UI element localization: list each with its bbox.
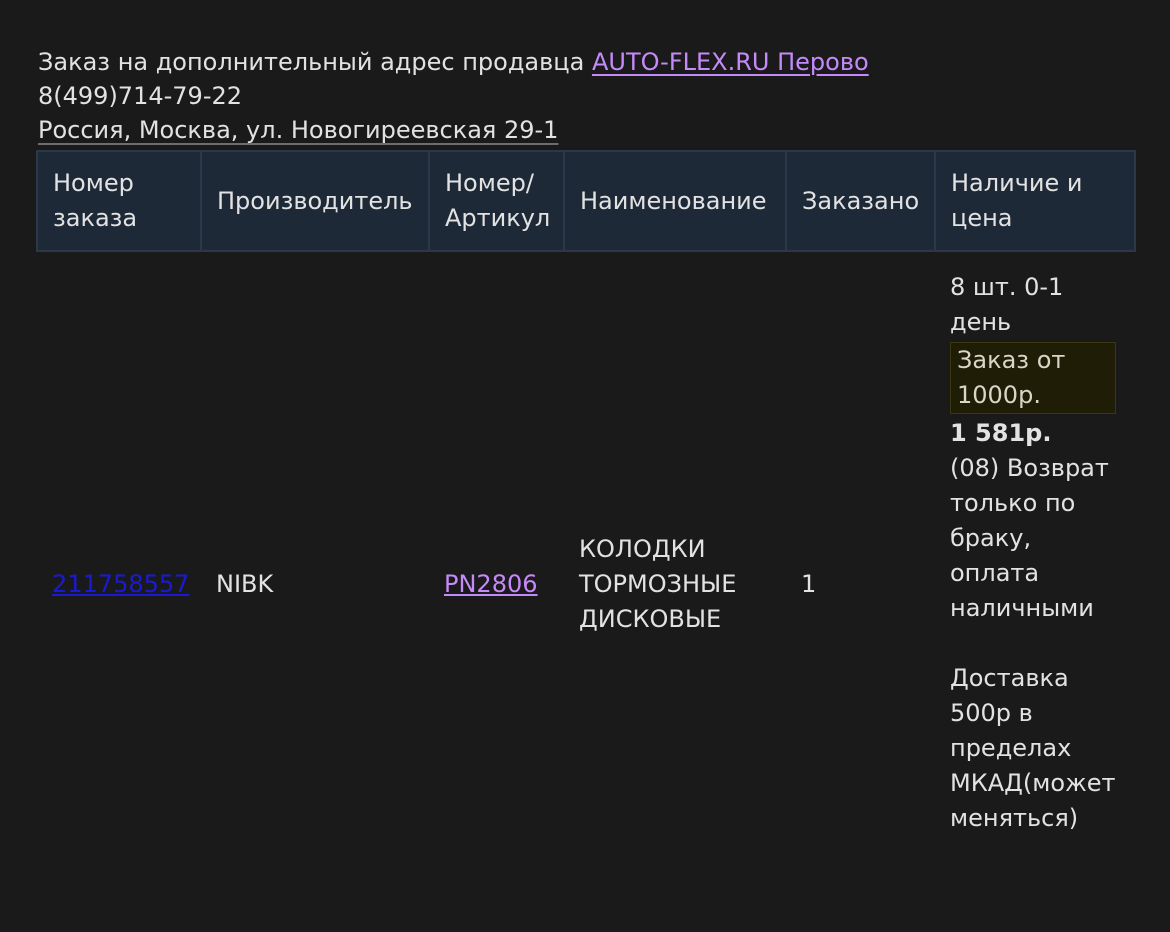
- note-line: браку,: [950, 524, 1032, 552]
- note-line: (08) Возврат: [950, 454, 1109, 482]
- col-order-line1: Номер: [53, 169, 134, 197]
- article-link[interactable]: PN2806: [444, 570, 538, 598]
- col-manufacturer: Производитель: [200, 150, 430, 252]
- cell-ordered-qty: 1: [801, 569, 817, 598]
- note-line: оплата: [950, 559, 1040, 587]
- delivery-line: пределах: [950, 734, 1072, 762]
- name-line2: ТОРМОЗНЫЕ: [579, 569, 737, 598]
- note-line: наличными: [950, 594, 1094, 622]
- cell-availability: 8 шт. 0-1 день Заказ от 1000р. 1 581р. (…: [935, 251, 1135, 916]
- order-number-link[interactable]: 211758557: [52, 570, 189, 598]
- seller-phone: 8(499)714-79-22: [38, 82, 243, 110]
- cell-name: КОЛОДКИ ТОРМОЗНЫЕ ДИСКОВЫЕ: [564, 251, 786, 916]
- col-order-line2: заказа: [53, 204, 138, 232]
- min-order-line2: 1000р.: [957, 381, 1041, 409]
- col-order-number: Номер заказа: [36, 150, 202, 252]
- cell-article: PN2806: [429, 251, 564, 916]
- delivery-line: МКАД(может: [950, 769, 1116, 797]
- cell-order-number: 211758557: [37, 251, 201, 916]
- col-ordered: Заказано: [785, 150, 936, 252]
- col-article: Номер/Артикул: [428, 150, 565, 252]
- min-order-line1: Заказ от: [957, 346, 1066, 374]
- seller-link[interactable]: AUTO-FLEX.RU Перово: [592, 48, 869, 76]
- col-name: Наименование: [563, 150, 787, 252]
- delivery-line: меняться): [950, 804, 1079, 832]
- stock-line1: 8 шт. 0-1: [950, 273, 1064, 301]
- note-line: только по: [950, 489, 1076, 517]
- price: 1 581р.: [950, 419, 1052, 447]
- col-availability: Наличие и цена: [934, 150, 1136, 252]
- name-line3: ДИСКОВЫЕ: [579, 604, 722, 633]
- address-text: Россия, Москва, ул. Новогиреевская 29-1: [38, 116, 559, 144]
- seller-info: Заказ на дополнительный адрес продавца A…: [38, 45, 1134, 147]
- intro-text: Заказ на дополнительный адрес продавца: [38, 48, 592, 76]
- name-line1: КОЛОДКИ: [579, 534, 706, 563]
- seller-line: Заказ на дополнительный адрес продавца A…: [38, 45, 1134, 79]
- seller-address: Россия, Москва, ул. Новогиреевская 29-1: [38, 113, 1134, 147]
- table-row: 211758557 NIBK PN2806 КОЛОДКИ ТОРМОЗНЫЕ ДИ…: [37, 251, 1135, 916]
- delivery-line: 500р в: [950, 699, 1033, 727]
- delivery-line: Доставка: [950, 664, 1069, 692]
- stock-line2: день: [950, 308, 1012, 336]
- table-header: Номер заказа Производитель Номер/Артикул …: [36, 150, 1136, 252]
- col-avail-line1: Наличие и: [951, 169, 1083, 197]
- min-order-badge: Заказ от 1000р.: [950, 342, 1116, 414]
- col-article-line2: Артикул: [445, 204, 551, 232]
- orders-table: Номер заказа Производитель Номер/Артикул …: [36, 150, 1136, 916]
- header-row: Номер заказа Производитель Номер/Артикул …: [36, 150, 1136, 252]
- col-article-line1: Номер/: [445, 169, 534, 197]
- col-avail-line2: цена: [951, 204, 1013, 232]
- cell-manufacturer: NIBK: [216, 569, 274, 598]
